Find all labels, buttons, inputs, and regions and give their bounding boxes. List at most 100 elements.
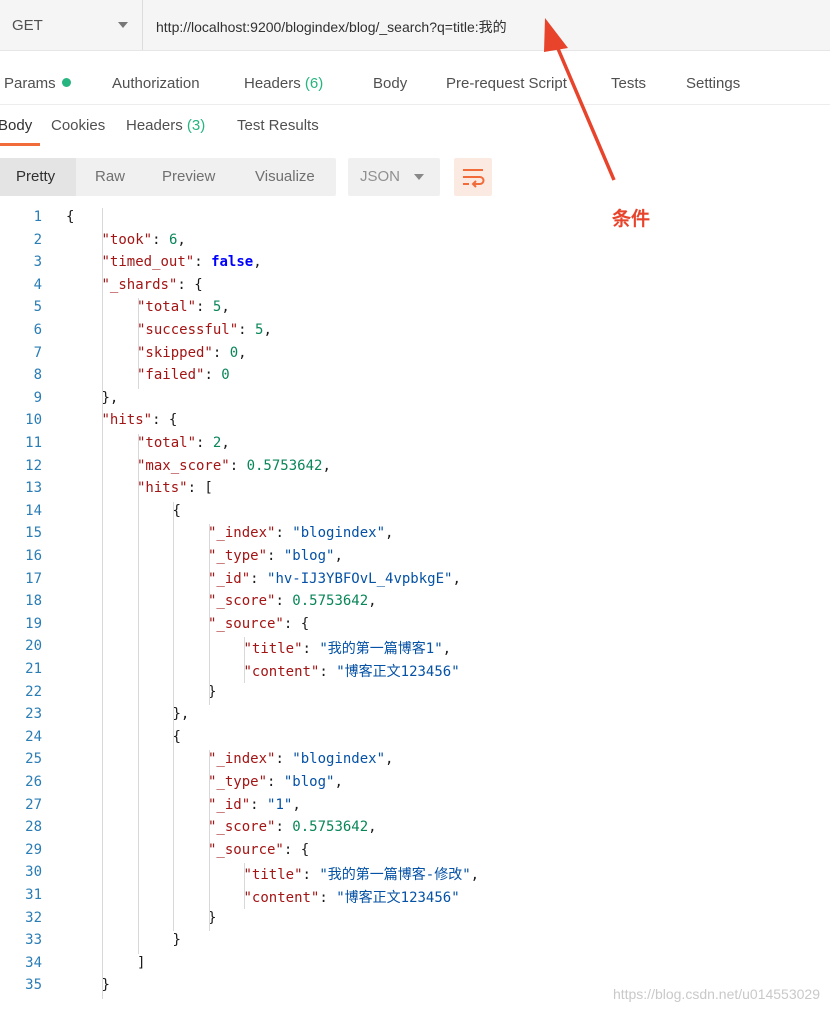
code-token: , [334,548,343,564]
code-line: 31 "content": "博客正文123456" [0,884,830,906]
indent-guide [244,637,245,683]
line-number: 7 [33,344,42,361]
code-token: "_score" [208,593,276,610]
code-token: "我的第一篇博客-修改" [319,867,471,884]
code-line: 33} [0,929,830,951]
code-line: 20 "title": "我的第一篇博客1", [0,635,830,657]
code-text: "total": 2, [137,435,230,451]
code-text: "_type": "blog", [208,548,343,564]
code-token: , [263,322,272,338]
code-line: 10 "hits": { [0,409,830,431]
code-token: "blog" [283,548,335,564]
watermark: https://blog.csdn.net/u014553029 [612,986,820,1002]
code-text: "_score": 0.5753642, [208,819,377,835]
code-token: "_shards" [101,276,178,293]
code-text: "_source": { [208,842,309,858]
code-token: , [368,593,377,610]
code-line: 28 "_score": 0.5753642, [0,816,830,838]
code-line: 6 "successful": 5, [0,319,830,341]
code-token: "timed_out" [101,254,195,271]
code-text: }, [173,706,190,722]
code-line: 13 "hits": [ [0,477,830,499]
line-number: 14 [25,502,42,519]
code-token: , [238,344,247,361]
line-number: 22 [25,683,42,700]
code-token: "total" [137,435,197,451]
code-text: "_type": "blog", [208,774,343,790]
line-number: 35 [25,977,42,994]
code-token: : [319,890,337,906]
code-line: 30 "title": "我的第一篇博客-修改", [0,861,830,883]
code-line: 22} [0,681,830,703]
line-number: 8 [33,367,42,384]
code-token: , [385,525,394,542]
code-line: 5 "total": 5, [0,296,830,318]
code-token: : [250,570,268,587]
code-token: 0 [221,367,230,384]
code-token: 0 [229,344,239,361]
code-token: ] [137,954,146,971]
code-text: } [173,932,181,948]
code-line: 29 "_source": { [0,839,830,861]
code-text: "_shards": { [102,277,203,293]
code-line: 4 "_shards": { [0,274,830,296]
line-number: 6 [33,322,42,338]
code-token: , [177,231,186,248]
code-text: "_id": "hv-IJ3YBFOvL_4vpbkgE", [208,571,461,587]
code-text: "hits": { [102,412,178,428]
code-token: 0.5753642 [292,819,369,836]
code-token: : [302,867,320,884]
code-line: 26 "_type": "blog", [0,771,830,793]
code-text: "title": "我的第一篇博客-修改", [244,864,480,884]
line-number: 21 [25,661,42,677]
code-token: "_id" [208,570,251,587]
code-token: "blogindex" [292,751,386,768]
code-token: "max_score" [137,457,230,474]
indent-guide [208,750,210,932]
code-token: : [302,641,320,658]
code-token: : [275,593,293,610]
code-token: : { [177,276,203,293]
line-number: 17 [25,570,42,587]
code-token: : [250,796,268,813]
code-line: 8 "failed": 0 [0,364,830,386]
code-text: "hits": [ [137,480,213,496]
code-text: "title": "我的第一篇博客1", [244,638,452,658]
code-text: "took": 6, [102,232,186,248]
code-token: : [275,819,293,836]
code-token: : [319,664,337,680]
code-token: : [229,457,247,474]
code-text: "_id": "1", [208,797,301,813]
indent-guide [208,524,210,706]
code-token: : [196,299,213,316]
code-token: : [212,344,230,361]
code-token: : [ [187,480,213,497]
code-line: 18 "_score": 0.5753642, [0,590,830,612]
line-number: 3 [33,254,42,271]
code-line: 3 "timed_out": false, [0,251,830,273]
line-number: 26 [25,774,42,790]
code-token: : [238,322,256,338]
code-line: 15 "_index": "blogindex", [0,522,830,544]
code-token: "hits" [137,480,188,497]
code-text: "failed": 0 [137,367,230,383]
code-line: 25 "_index": "blogindex", [0,748,830,770]
code-token: "_score" [208,819,276,836]
code-line: 24{ [0,726,830,748]
code-token: "_id" [208,796,251,813]
code-token: : [196,435,213,451]
code-line: 21 "content": "博客正文123456" [0,658,830,680]
code-token: "_source" [208,841,284,858]
code-token: "_index" [208,751,276,768]
line-number: 13 [25,480,42,497]
line-number: 31 [25,887,42,903]
code-line: 17 "_id": "hv-IJ3YBFOvL_4vpbkgE", [0,568,830,590]
code-token: : [275,525,293,542]
code-token: { [66,209,75,225]
line-number: 1 [33,209,42,225]
code-token: "博客正文123456" [336,890,460,906]
code-token: , [334,774,343,790]
code-line: 32} [0,907,830,929]
code-text: "total": 5, [137,299,230,315]
line-number: 24 [25,728,42,745]
